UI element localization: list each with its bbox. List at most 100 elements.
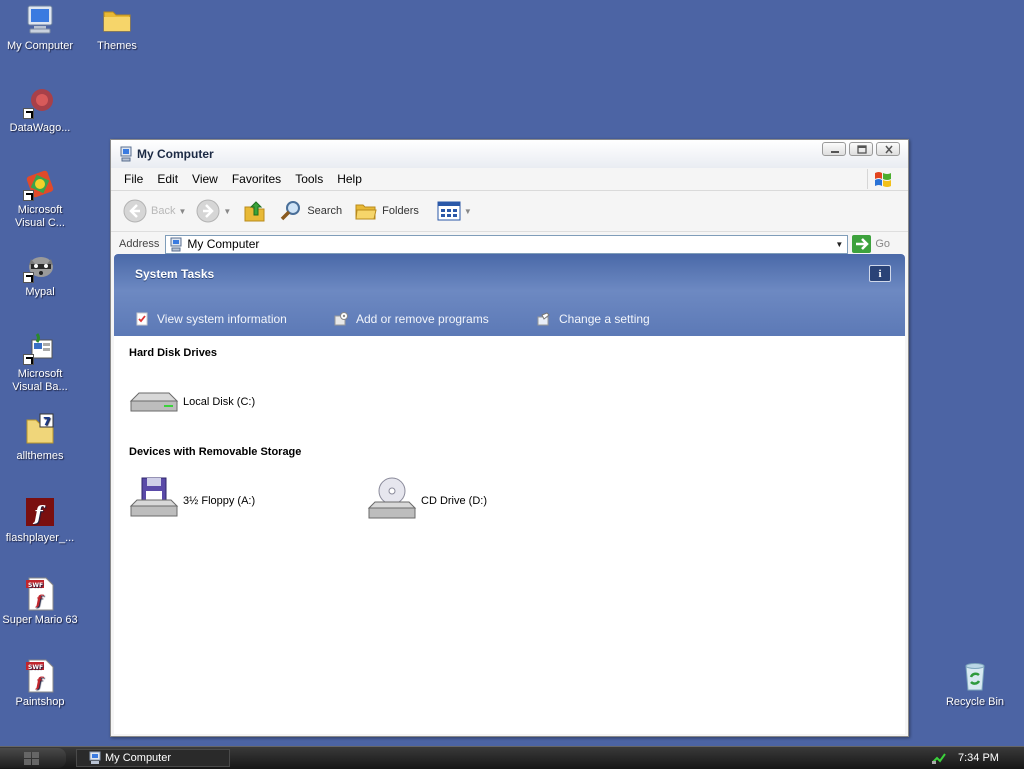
floppy-drive-icon xyxy=(129,477,179,517)
task-change-a-setting[interactable]: Change a setting xyxy=(537,312,650,326)
group-removable-storage: Devices with Removable Storage xyxy=(129,446,302,458)
menu-tools[interactable]: Tools xyxy=(288,172,330,186)
forward-button[interactable]: ▼ xyxy=(196,199,231,223)
desktop-icon-label: allthemes xyxy=(16,450,64,462)
menu-help[interactable]: Help xyxy=(330,172,369,186)
address-field[interactable]: My Computer ▼ xyxy=(165,234,849,254)
drive-local-disk-c[interactable]: Local Disk (C:) xyxy=(129,377,255,427)
drive-label: Local Disk (C:) xyxy=(183,396,256,408)
desktop-icon-label: Microsoft Visual C... xyxy=(15,204,65,229)
back-arrow-icon xyxy=(123,199,147,223)
shortcut-arrow-icon xyxy=(23,108,34,119)
back-label: Back xyxy=(151,205,176,217)
folders-button[interactable]: Folders xyxy=(354,199,419,223)
views-button[interactable]: ▼ xyxy=(437,201,472,221)
windows-flag-icon xyxy=(867,169,898,189)
chevron-down-icon[interactable]: ▼ xyxy=(223,207,231,216)
content-area: System Tasks i View system information A… xyxy=(114,254,905,734)
task-view-system-information[interactable]: View system information xyxy=(135,312,287,326)
chevron-down-icon[interactable]: ▼ xyxy=(464,207,472,216)
svg-text:SWF: SWF xyxy=(28,582,43,589)
folder-icon xyxy=(100,3,134,37)
address-bar: Address My Computer ▼ Go xyxy=(111,232,908,256)
taskbar-button-my-computer[interactable]: My Computer xyxy=(76,749,230,767)
desktop-icon-label: Paintshop xyxy=(15,696,65,708)
svg-text:SWF: SWF xyxy=(28,664,43,671)
desktop-icon-datawagon[interactable]: DataWago... xyxy=(0,85,80,135)
drive-cd-d[interactable]: CD Drive (D:) xyxy=(367,476,487,526)
go-button[interactable]: Go xyxy=(852,235,890,253)
desktop-icon-paintshop[interactable]: SWF f Paintshop xyxy=(0,659,80,709)
menu-file[interactable]: File xyxy=(111,172,150,186)
datawagon-icon xyxy=(23,85,57,119)
desktop-icon-label: DataWago... xyxy=(9,122,71,134)
title-bar[interactable]: My Computer xyxy=(111,140,908,168)
folders-icon xyxy=(355,204,377,220)
swf-file-icon: SWF f xyxy=(23,577,57,611)
address-label: Address xyxy=(119,238,160,250)
desktop-icon-label: Themes xyxy=(97,40,137,52)
desktop-icon-visual-basic[interactable]: Microsoft Visual Ba... xyxy=(0,331,80,394)
clock[interactable]: 7:34 PM xyxy=(958,752,999,764)
taskbar: My Computer 7:34 PM xyxy=(0,746,1024,769)
close-button[interactable] xyxy=(876,142,900,156)
archive-folder-icon: 7 xyxy=(23,413,57,447)
desktop-icon-visual-c[interactable]: Microsoft Visual C... xyxy=(0,167,80,230)
up-folder-icon xyxy=(244,201,265,222)
search-icon xyxy=(281,201,301,221)
forward-arrow-icon xyxy=(196,199,220,223)
menu-edit[interactable]: Edit xyxy=(150,172,185,186)
desktop-icon-allthemes[interactable]: 7 allthemes xyxy=(0,413,80,463)
windows-flag-icon xyxy=(24,752,39,765)
chevron-down-icon[interactable]: ▼ xyxy=(178,207,186,216)
task-add-remove-programs[interactable]: Add or remove programs xyxy=(334,312,489,326)
info-icon[interactable]: i xyxy=(869,265,891,282)
shortcut-arrow-icon xyxy=(23,190,34,201)
menu-favorites[interactable]: Favorites xyxy=(225,172,288,186)
control-panel-icon xyxy=(537,312,550,326)
desktop-icon-flashplayer[interactable]: f flashplayer_... xyxy=(0,495,80,545)
desktop-icon-recycle-bin[interactable]: Recycle Bin xyxy=(935,659,1015,709)
desktop-icon-label: Super Mario 63 xyxy=(2,614,78,626)
standard-toolbar: Back ▼ ▼ Search Folders ▼ xyxy=(111,191,908,232)
my-computer-icon xyxy=(170,237,182,251)
minimize-button[interactable] xyxy=(822,142,846,156)
network-icon[interactable] xyxy=(932,752,946,764)
desktop-icon-themes[interactable]: Themes xyxy=(77,3,157,53)
desktop-icon-label: My Computer xyxy=(6,40,74,52)
cd-drive-icon xyxy=(367,477,417,519)
close-icon xyxy=(885,145,893,154)
caption-buttons xyxy=(822,142,900,156)
my-computer-window: My Computer File Edit View Favorites Too… xyxy=(110,139,909,737)
chevron-down-icon[interactable]: ▼ xyxy=(831,236,847,253)
search-button[interactable]: Search xyxy=(279,199,342,223)
window-title: My Computer xyxy=(137,147,214,161)
maximize-button[interactable] xyxy=(849,142,873,156)
shortcut-arrow-icon xyxy=(23,354,34,365)
back-button[interactable]: Back ▼ xyxy=(123,199,186,223)
address-value: My Computer xyxy=(187,237,260,251)
drive-floppy-a[interactable]: 3½ Floppy (A:) xyxy=(129,476,255,526)
up-folder-button[interactable] xyxy=(243,199,267,223)
system-tray: 7:34 PM xyxy=(932,747,1024,769)
system-tasks-title: System Tasks xyxy=(135,267,215,281)
folders-label: Folders xyxy=(382,205,419,217)
my-computer-icon xyxy=(89,751,101,764)
recycle-bin-icon xyxy=(958,659,992,693)
menu-view[interactable]: View xyxy=(185,172,225,186)
svg-text:7: 7 xyxy=(43,415,51,428)
desktop-icon-label: Recycle Bin xyxy=(945,696,1005,708)
drive-label: 3½ Floppy (A:) xyxy=(183,495,256,507)
views-icon xyxy=(437,201,461,221)
desktop-icon-mypal[interactable]: Mypal xyxy=(0,249,80,299)
flash-player-icon: f xyxy=(23,495,57,529)
raccoon-icon xyxy=(23,249,57,283)
start-button[interactable] xyxy=(0,748,66,768)
shortcut-arrow-icon xyxy=(23,272,34,283)
desktop-icon-label: Mypal xyxy=(25,286,55,298)
desktop-icon-super-mario[interactable]: SWF f Super Mario 63 xyxy=(0,577,80,627)
task-label: Change a setting xyxy=(559,312,650,326)
go-label: Go xyxy=(875,238,891,250)
system-tasks-pane: System Tasks i View system information A… xyxy=(114,254,905,336)
desktop-icon-my-computer[interactable]: My Computer xyxy=(0,3,80,53)
